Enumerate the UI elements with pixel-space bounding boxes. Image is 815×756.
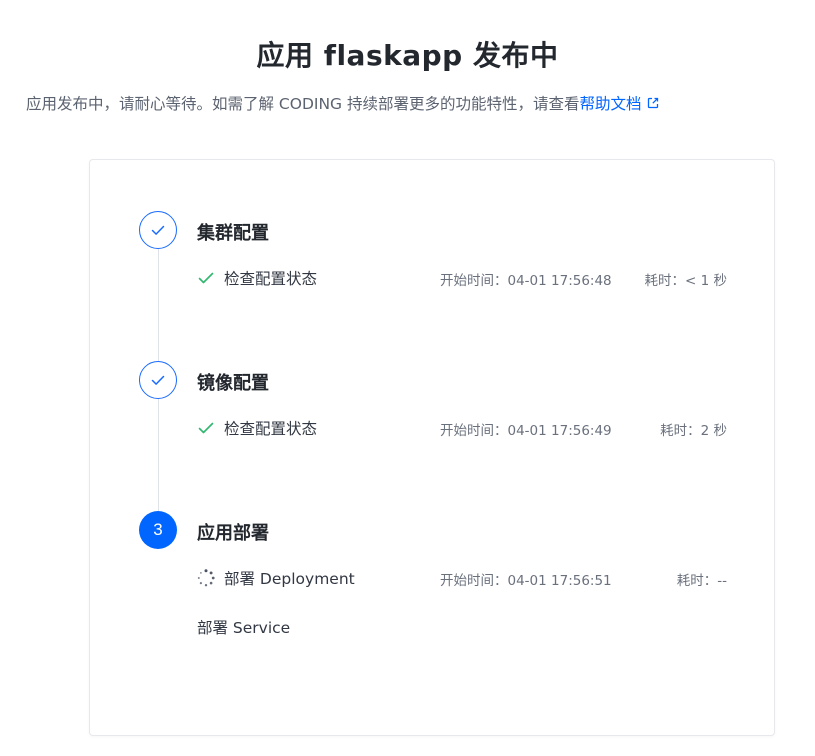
check-icon — [151, 225, 165, 235]
task-start-time: 开始时间：04-01 17:56:48 — [440, 273, 612, 289]
task-start-time: 开始时间：04-01 17:56:49 — [440, 423, 612, 439]
external-link-icon — [647, 97, 658, 109]
page-subtitle: 应用发布中，请耐心等待。如需了解 CODING 持续部署更多的功能特性，请查看帮… — [26, 92, 660, 114]
deploy-progress-card: 集群配置 检查配置状态 开始时间：04-01 17:56:48 耗时：< 1 秒… — [89, 159, 775, 736]
step-done-indicator — [139, 211, 177, 249]
spinner-icon — [197, 569, 215, 587]
step-title: 镜像配置 — [197, 373, 269, 394]
step-done-indicator — [139, 361, 177, 399]
check-icon — [151, 375, 165, 385]
task-row: 部署 Deployment 开始时间：04-01 17:56:51 耗时：-- — [197, 566, 727, 590]
page-title: 应用 flaskapp 发布中 — [256, 39, 559, 72]
help-doc-link[interactable]: 帮助文档 — [580, 95, 660, 113]
subtitle-text: 应用发布中，请耐心等待。如需了解 CODING 持续部署更多的功能特性，请查看 — [26, 95, 580, 113]
check-icon — [198, 272, 214, 284]
help-doc-link-label: 帮助文档 — [579, 95, 642, 113]
task-row: 部署 Service — [197, 615, 727, 639]
task-row: 检查配置状态 开始时间：04-01 17:56:49 耗时：2 秒 — [197, 416, 727, 440]
task-duration: 耗时：-- — [676, 573, 727, 589]
task-start-time: 开始时间：04-01 17:56:51 — [440, 573, 612, 589]
task-name: 部署 Service — [197, 619, 291, 637]
task-name: 部署 Deployment — [224, 570, 355, 588]
task-duration: 耗时：2 秒 — [660, 423, 727, 439]
check-icon — [198, 422, 214, 434]
step-title: 集群配置 — [197, 223, 269, 244]
task-name: 检查配置状态 — [224, 270, 318, 288]
timeline-connector — [158, 399, 159, 511]
timeline-connector — [158, 249, 159, 361]
task-duration: 耗时：< 1 秒 — [644, 273, 727, 289]
step-title: 应用部署 — [197, 523, 269, 544]
task-name: 检查配置状态 — [224, 420, 318, 438]
step-number: 3 — [153, 520, 163, 539]
step-active-indicator: 3 — [139, 511, 177, 549]
task-row: 检查配置状态 开始时间：04-01 17:56:48 耗时：< 1 秒 — [197, 266, 727, 290]
